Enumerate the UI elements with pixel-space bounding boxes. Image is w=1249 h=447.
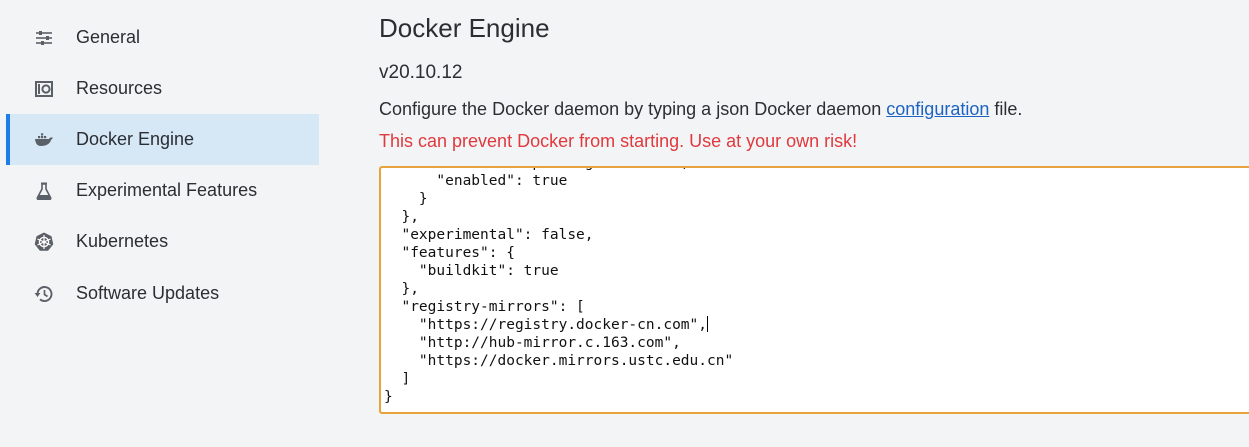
editor-line: "defaultKeepStorage": "20GB", — [384, 168, 689, 171]
sidebar-item-experimental-features[interactable]: Experimental Features — [6, 165, 319, 216]
daemon-json-editor[interactable]: "defaultKeepStorage": "20GB", "enabled":… — [379, 166, 1249, 414]
description-text-before: Configure the Docker daemon by typing a … — [379, 99, 887, 119]
sidebar-item-kubernetes[interactable]: Kubernetes — [6, 216, 319, 267]
daemon-json-text[interactable]: "defaultKeepStorage": "20GB", "enabled":… — [384, 168, 734, 406]
flask-icon — [33, 180, 55, 202]
sidebar-item-software-updates[interactable]: Software Updates — [6, 268, 319, 319]
sidebar-item-label: Experimental Features — [76, 180, 258, 200]
editor-line: "http://hub-mirror.c.163.com", — [384, 335, 681, 351]
docker-engine-panel: Docker Engine v20.10.12 Configure the Do… — [379, 0, 1249, 447]
settings-window: General Resources Docker Engine Experime… — [0, 0, 1249, 447]
history-icon — [33, 283, 55, 305]
editor-line: "enabled": true — [384, 173, 568, 189]
editor-line: "experimental": false, — [384, 227, 594, 243]
editor-line: "buildkit": true — [384, 263, 559, 279]
editor-line: }, — [384, 281, 419, 297]
engine-version: v20.10.12 — [379, 62, 463, 83]
sidebar-item-label: Resources — [76, 78, 163, 98]
settings-sidebar: General Resources Docker Engine Experime… — [0, 0, 320, 447]
editor-line: ] — [384, 371, 411, 387]
sidebar-item-label: Kubernetes — [76, 231, 169, 251]
description-text: Configure the Docker daemon by typing a … — [379, 99, 1022, 120]
sidebar-item-resources[interactable]: Resources — [6, 63, 319, 114]
resources-icon — [33, 78, 55, 100]
editor-line: } — [384, 389, 393, 405]
sidebar-item-general[interactable]: General — [6, 12, 319, 63]
description-text-after: file. — [989, 99, 1023, 119]
whale-icon — [33, 129, 55, 151]
sidebar-item-docker-engine[interactable]: Docker Engine — [6, 114, 319, 165]
sidebar-item-label: General — [76, 27, 141, 47]
sliders-icon — [33, 27, 55, 49]
sidebar-item-label: Docker Engine — [76, 129, 195, 149]
text-caret — [707, 316, 709, 332]
warning-text: This can prevent Docker from starting. U… — [379, 131, 858, 151]
editor-line: "https://registry.docker-cn.com", — [384, 317, 708, 333]
editor-line: "https://docker.mirrors.ustc.edu.cn" — [384, 353, 734, 369]
editor-line: "registry-mirrors": [ — [384, 299, 585, 315]
editor-line: } — [384, 191, 428, 207]
helm-icon — [33, 231, 55, 253]
page-title: Docker Engine — [379, 13, 550, 43]
configuration-link[interactable]: configuration — [886, 99, 989, 119]
editor-line: "features": { — [384, 245, 515, 261]
sidebar-item-label: Software Updates — [76, 283, 220, 303]
editor-line: }, — [384, 209, 419, 225]
